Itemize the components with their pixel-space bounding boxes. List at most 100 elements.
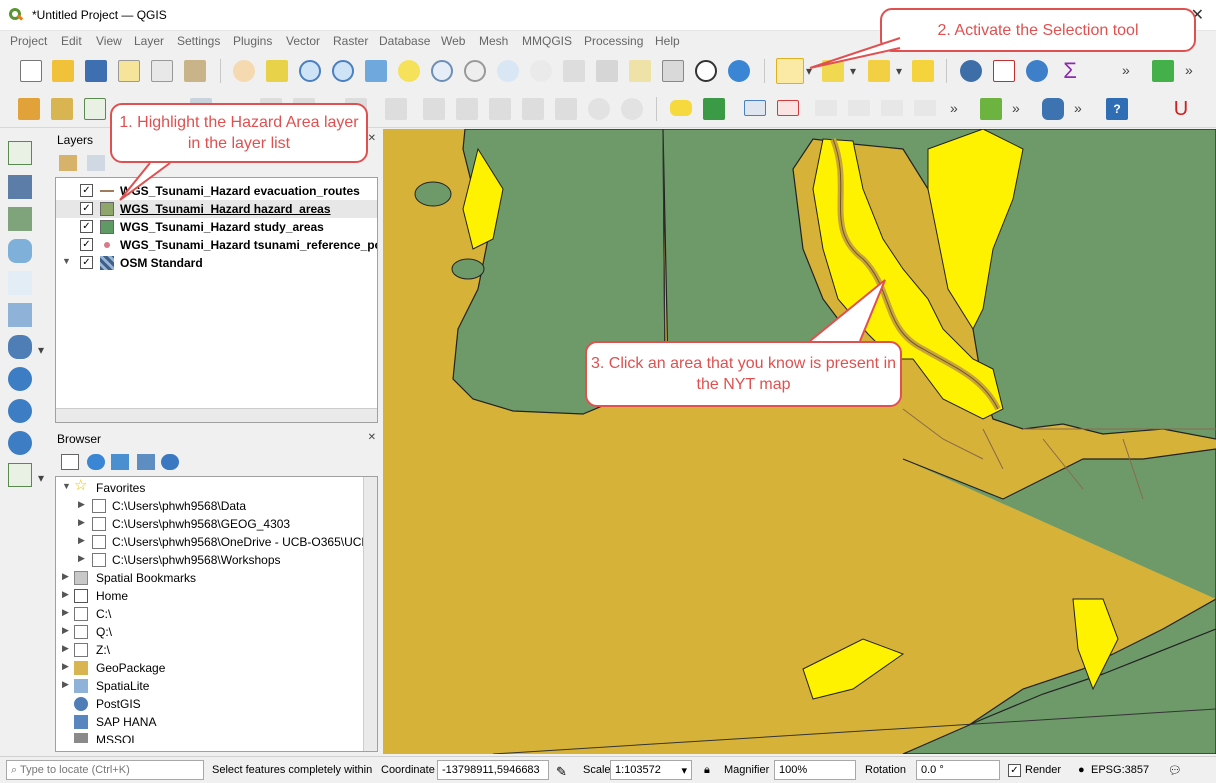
- toolbar-overflow-icon[interactable]: »: [1012, 100, 1020, 116]
- menu-database[interactable]: Database: [379, 34, 430, 48]
- zoom-to-layer-icon[interactable]: [431, 60, 453, 82]
- toolbar-overflow-icon[interactable]: »: [950, 100, 958, 116]
- add-selected-layers-icon[interactable]: [61, 454, 79, 470]
- identify-features-icon[interactable]: [960, 60, 982, 82]
- rotate-label-icon[interactable]: [914, 100, 936, 116]
- expand-chevron-icon[interactable]: ▶: [78, 499, 85, 510]
- copy-icon[interactable]: [522, 98, 544, 120]
- add-raster-layer-icon[interactable]: [8, 175, 32, 199]
- zoom-out-icon[interactable]: [332, 60, 354, 82]
- zoom-last-icon[interactable]: [497, 60, 519, 82]
- menu-edit[interactable]: Edit: [61, 34, 82, 48]
- toolbar-overflow-icon[interactable]: »: [1074, 100, 1082, 116]
- layer-labeling-icon[interactable]: [744, 100, 766, 116]
- add-wfs-layer-icon[interactable]: [8, 431, 32, 455]
- label-abc-icon[interactable]: [670, 100, 692, 116]
- redo-icon[interactable]: [621, 98, 643, 120]
- layer-item-tsunami-reference-points[interactable]: ✓ WGS_Tsunami_Hazard tsunami_reference_p…: [56, 236, 377, 254]
- add-spatialite-layer-icon[interactable]: [8, 303, 32, 327]
- vertical-scrollbar[interactable]: [363, 477, 377, 751]
- data-source-manager-icon[interactable]: [18, 98, 40, 120]
- expand-chevron-icon[interactable]: ▼: [62, 256, 71, 266]
- browser-item-drive-q[interactable]: ▶ Q:\: [56, 623, 377, 641]
- pan-hand-icon[interactable]: [233, 60, 255, 82]
- save-project-icon[interactable]: [85, 60, 107, 82]
- undo-icon[interactable]: [588, 98, 610, 120]
- diagram-icon[interactable]: [703, 98, 725, 120]
- cut-icon[interactable]: [489, 98, 511, 120]
- expand-chevron-icon[interactable]: ▶: [62, 679, 69, 690]
- new-shapefile-layer-icon[interactable]: [84, 98, 106, 120]
- layer-visibility-checkbox[interactable]: ✓: [80, 256, 93, 269]
- select-dropdown-chevron-icon[interactable]: ▾: [806, 64, 812, 78]
- coordinate-field[interactable]: -13798911,5946683: [437, 760, 549, 780]
- browser-item-spatialite[interactable]: ▶ SpatiaLite: [56, 677, 377, 695]
- refresh-icon[interactable]: [728, 60, 750, 82]
- layer-visibility-checkbox[interactable]: ✓: [80, 220, 93, 233]
- selected-hazard-area[interactable]: [802, 638, 905, 700]
- new-geopackage-layer-icon[interactable]: [51, 98, 73, 120]
- new-print-layout-icon[interactable]: [118, 60, 140, 82]
- expand-chevron-icon[interactable]: ▼: [62, 481, 71, 491]
- menu-help[interactable]: Help: [655, 34, 680, 48]
- layer-item-evacuation-routes[interactable]: ✓ WGS_Tsunami_Hazard evacuation_routes: [56, 182, 377, 200]
- expand-chevron-icon[interactable]: ▶: [62, 661, 69, 672]
- locator-search-input[interactable]: ⌕ Type to locate (Ctrl+K): [6, 760, 204, 780]
- browser-item-folder[interactable]: ▶ C:\Users\phwh9568\Data: [56, 497, 377, 515]
- deselect-dropdown-chevron-icon[interactable]: ▾: [896, 64, 902, 78]
- browser-item-drive-c[interactable]: ▶ C:\: [56, 605, 377, 623]
- menu-raster[interactable]: Raster: [333, 34, 368, 48]
- menu-mesh[interactable]: Mesh: [479, 34, 508, 48]
- add-delimited-text-icon[interactable]: [8, 239, 32, 263]
- statistics-sigma-icon[interactable]: Σ: [1059, 60, 1081, 82]
- toolbar-overflow-icon[interactable]: »: [1185, 62, 1193, 78]
- map-rendering[interactable]: [383, 129, 1216, 754]
- move-feature-icon[interactable]: [385, 98, 407, 120]
- python-console-icon[interactable]: [1042, 98, 1064, 120]
- add-group-icon[interactable]: [87, 155, 105, 171]
- show-hide-labels-icon[interactable]: [848, 100, 870, 116]
- highlight-labels-icon[interactable]: [777, 100, 799, 116]
- add-wms-layer-icon[interactable]: [8, 367, 32, 391]
- new-project-icon[interactable]: [20, 60, 42, 82]
- select-by-expression-icon[interactable]: [822, 60, 844, 82]
- show-bookmarks-icon[interactable]: [662, 60, 684, 82]
- menu-plugins[interactable]: Plugins: [233, 34, 272, 48]
- browser-item-favorites[interactable]: ▼ ☆ Favorites: [56, 478, 377, 497]
- browser-item-folder[interactable]: ▶ C:\Users\phwh9568\GEOG_4303: [56, 515, 377, 533]
- expand-chevron-icon[interactable]: ▶: [78, 553, 85, 564]
- help-icon[interactable]: ?: [1106, 98, 1128, 120]
- layer-visibility-checkbox[interactable]: ✓: [80, 184, 93, 197]
- expand-chevron-icon[interactable]: ▶: [62, 625, 69, 636]
- browser-item-folder[interactable]: ▶ C:\Users\phwh9568\Workshops: [56, 551, 377, 569]
- expand-chevron-icon[interactable]: ▶: [62, 607, 69, 618]
- panel-close-icon[interactable]: ✕: [368, 432, 376, 443]
- snapping-magnet-icon[interactable]: U: [1170, 98, 1192, 120]
- move-label-icon[interactable]: [881, 100, 903, 116]
- open-project-icon[interactable]: [52, 60, 74, 82]
- expression-dropdown-chevron-icon[interactable]: ▾: [850, 64, 856, 78]
- menu-layer[interactable]: Layer: [134, 34, 164, 48]
- menu-settings[interactable]: Settings: [177, 34, 220, 48]
- toolbar-overflow-icon[interactable]: »: [1122, 62, 1130, 78]
- menu-processing[interactable]: Processing: [584, 34, 643, 48]
- collapse-all-icon[interactable]: [137, 454, 155, 470]
- temporal-controller-icon[interactable]: [695, 60, 717, 82]
- scale-combobox[interactable]: 1:103572 ▾: [610, 760, 692, 780]
- browser-item-home[interactable]: ▶ Home: [56, 587, 377, 605]
- toggle-extents-mouse-icon[interactable]: ✎: [556, 764, 567, 780]
- add-postgis-layer-icon[interactable]: [8, 335, 32, 359]
- delete-icon[interactable]: [456, 98, 478, 120]
- new-bookmark-icon[interactable]: [629, 60, 651, 82]
- menu-mmqgis[interactable]: MMQGIS: [522, 34, 572, 48]
- browser-item-geopackage[interactable]: ▶ GeoPackage: [56, 659, 377, 677]
- zoom-in-icon[interactable]: [299, 60, 321, 82]
- pin-labels-icon[interactable]: [815, 100, 837, 116]
- zoom-full-icon[interactable]: [365, 60, 387, 82]
- browser-item-postgis[interactable]: PostGIS: [56, 695, 377, 713]
- virtual-layer-dropdown-chevron-icon[interactable]: ▾: [38, 471, 44, 485]
- delete-selected-icon[interactable]: [423, 98, 445, 120]
- add-gps-layer-icon[interactable]: [8, 271, 32, 295]
- new-3d-map-icon[interactable]: [596, 60, 618, 82]
- pan-to-selection-icon[interactable]: [266, 60, 288, 82]
